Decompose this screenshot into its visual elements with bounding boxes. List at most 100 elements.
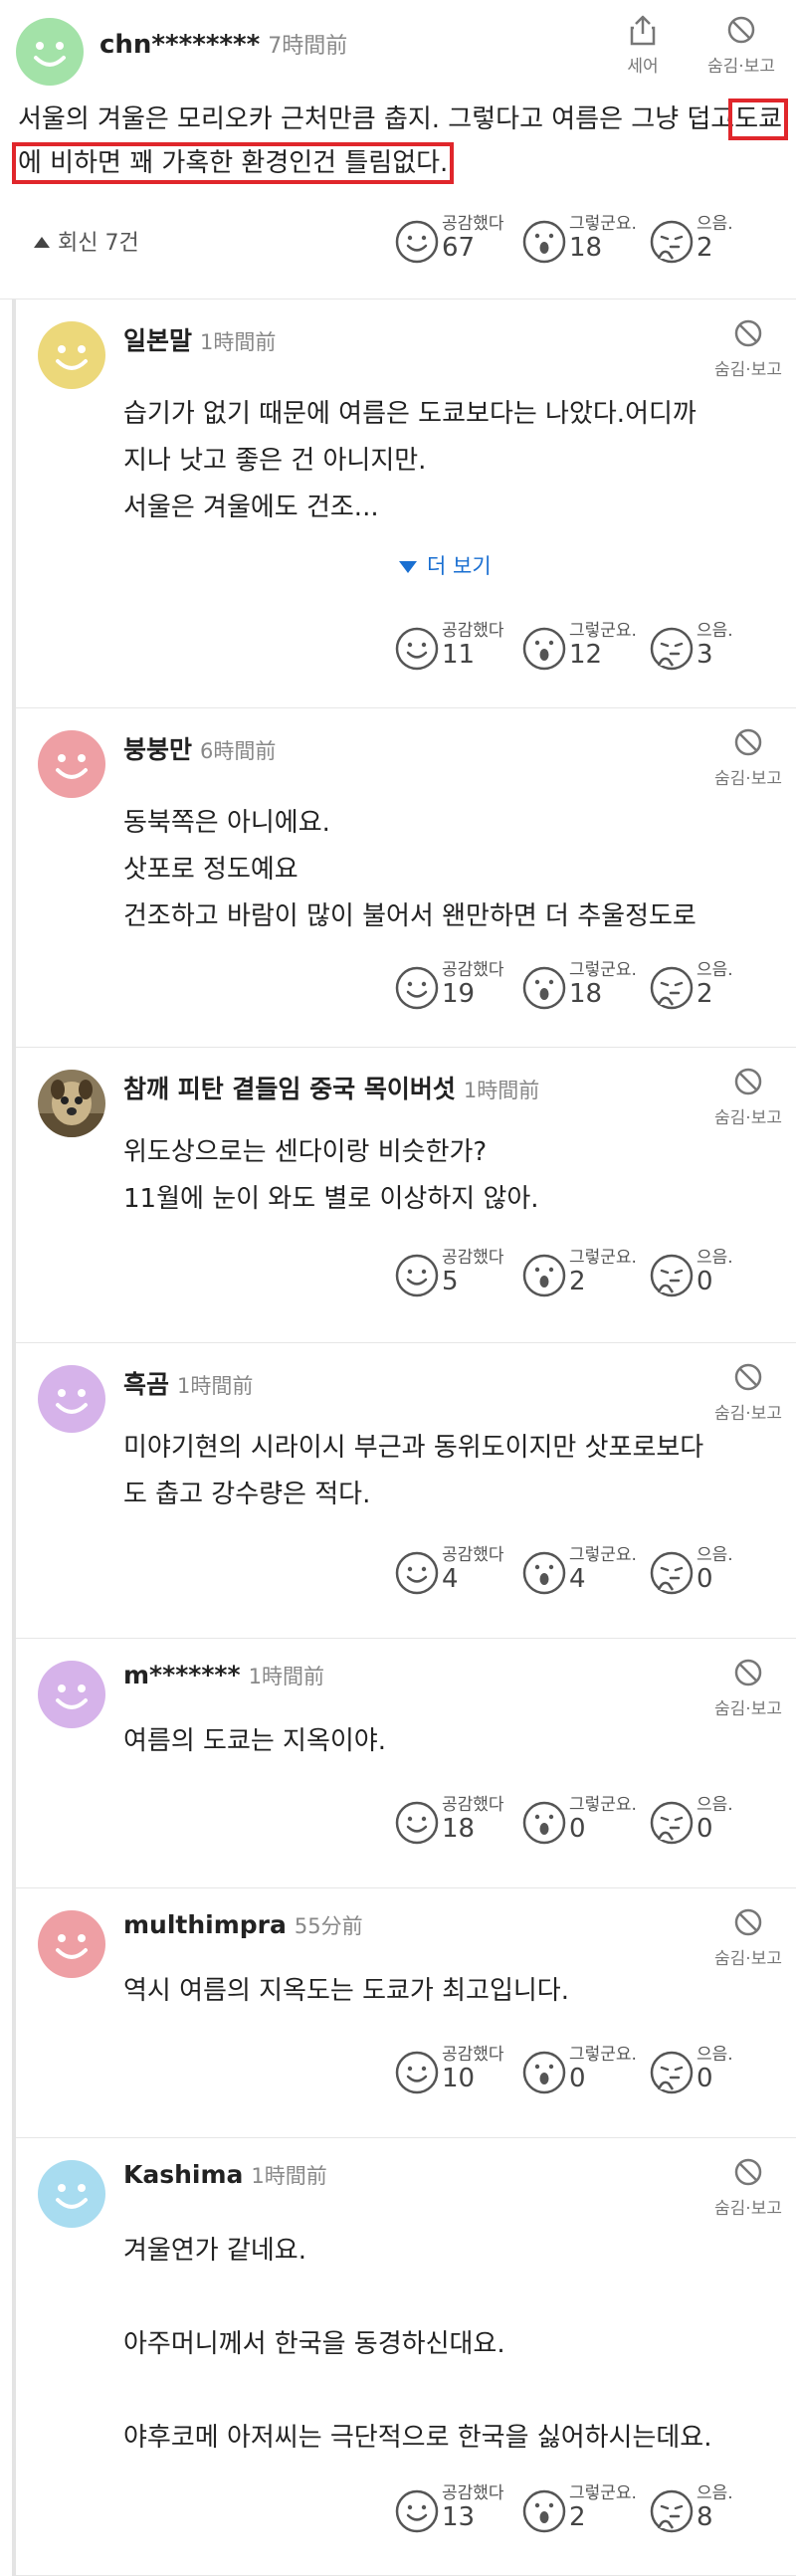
reaction-count: 12: [569, 640, 603, 670]
username[interactable]: 붕붕만 6時間前: [123, 730, 276, 766]
username-text[interactable]: 붕붕만: [123, 735, 192, 764]
reaction-button[interactable]: 공감했다 13: [394, 2478, 521, 2538]
reaction-button[interactable]: 그렇군요. 2: [521, 2478, 649, 2538]
username[interactable]: 일본말 1時間前: [123, 321, 276, 357]
username[interactable]: chn******** 7時間前: [100, 28, 347, 60]
reaction-bar: 공감했다 11 그렇군요. 12 으음. 3: [394, 616, 776, 676]
reaction-count: 2: [696, 233, 713, 263]
comments-page: chn******** 7時間前 세어 숨김·보고 서울의 겨울은 모리오카 근처…: [0, 0, 796, 2576]
surprised-face-icon: [521, 219, 567, 265]
reaction-button[interactable]: 그렇군요. 0: [521, 1790, 649, 1850]
replies-toggle[interactable]: 회신 7건: [34, 225, 139, 257]
surprised-face-icon: [521, 1550, 567, 1596]
reaction-count: 11: [442, 640, 476, 670]
reaction-button[interactable]: 공감했다 18: [394, 1790, 521, 1850]
username-text[interactable]: m*******: [123, 1661, 241, 1689]
reaction-count: 10: [442, 2064, 476, 2093]
username[interactable]: multhimpra 55分前: [123, 1910, 363, 1940]
hide-report-button[interactable]: 숨김·보고: [696, 14, 786, 77]
reaction-button[interactable]: 으음. 0: [649, 2040, 776, 2099]
username-text[interactable]: 흑곰: [123, 1370, 169, 1399]
reaction-button[interactable]: 으음. 0: [649, 1243, 776, 1302]
reaction-button[interactable]: 공감했다 5: [394, 1243, 521, 1302]
reaction-bar: 공감했다 67 그렇군요. 18 으음. 2: [394, 209, 776, 269]
reaction-label: 공감했다: [442, 2483, 504, 2503]
avatar[interactable]: [38, 1661, 105, 1728]
timestamp: 1時間前: [463, 1079, 540, 1102]
avatar[interactable]: [38, 1070, 105, 1137]
reaction-button[interactable]: 그렇군요. 0: [521, 2040, 649, 2099]
share-icon: [628, 15, 658, 50]
hide-report-button[interactable]: 숨김·보고: [700, 1066, 796, 1128]
hide-report-button[interactable]: 숨김·보고: [700, 726, 796, 789]
reaction-label: 그렇군요.: [569, 214, 637, 234]
hide-report-label: 숨김·보고: [714, 1108, 782, 1128]
username-text[interactable]: 참깨 피탄 곁들임 중국 목이버섯: [123, 1075, 456, 1103]
reaction-label: 으음.: [696, 621, 733, 641]
reaction-button[interactable]: 공감했다 19: [394, 955, 521, 1015]
reaction-button[interactable]: 그렇군요. 18: [521, 209, 649, 269]
surprised-face-icon: [521, 2050, 567, 2095]
reaction-button[interactable]: 공감했다 10: [394, 2040, 521, 2099]
avatar[interactable]: [38, 730, 105, 798]
surprised-face-icon: [521, 2488, 567, 2534]
username[interactable]: 흑곰 1時間前: [123, 1365, 253, 1401]
reaction-bar: 공감했다 18 그렇군요. 0 으음. 0: [394, 1790, 776, 1850]
username-text[interactable]: 일본말: [123, 326, 192, 355]
reaction-button[interactable]: 그렇군요. 12: [521, 616, 649, 676]
main-comment: chn******** 7時間前 세어 숨김·보고 서울의 겨울은 모리오카 근처…: [0, 0, 796, 299]
reaction-label: 그렇군요.: [569, 1795, 637, 1815]
share-button[interactable]: 세어: [605, 14, 681, 77]
reaction-button[interactable]: 공감했다 11: [394, 616, 521, 676]
avatar[interactable]: [38, 1910, 105, 1978]
reaction-label: 그렇군요.: [569, 960, 637, 980]
hide-report-label: 숨김·보고: [707, 57, 775, 77]
reply-comment: multhimpra 55分前 숨김·보고 역시 여름의 지옥도는 도쿄가 최고입니다…: [16, 1888, 796, 2138]
hide-report-icon: [733, 1068, 763, 1101]
reaction-label: 으음.: [696, 2483, 733, 2503]
username-text[interactable]: chn********: [100, 30, 260, 60]
avatar[interactable]: [16, 18, 84, 86]
reaction-label: 으음.: [696, 214, 733, 234]
reaction-button[interactable]: 으음. 2: [649, 209, 776, 269]
thinking-face-icon: [649, 1253, 695, 1298]
username[interactable]: m******* 1時間前: [123, 1661, 324, 1690]
reaction-button[interactable]: 으음. 0: [649, 1540, 776, 1600]
reaction-count: 2: [569, 2502, 586, 2532]
reaction-button[interactable]: 으음. 2: [649, 955, 776, 1015]
reaction-button[interactable]: 그렇군요. 18: [521, 955, 649, 1015]
reaction-button[interactable]: 공감했다 4: [394, 1540, 521, 1600]
reaction-count: 4: [442, 1564, 459, 1594]
reaction-count: 13: [442, 2502, 476, 2532]
hide-report-icon: [733, 1363, 763, 1397]
reaction-count: 0: [696, 2064, 713, 2093]
see-more-link[interactable]: 더 보기: [399, 550, 492, 580]
surprised-face-icon: [521, 626, 567, 672]
avatar[interactable]: [38, 2160, 105, 2228]
username[interactable]: Kashima 1時間前: [123, 2160, 327, 2190]
username[interactable]: 참깨 피탄 곁들임 중국 목이버섯 1時間前: [123, 1070, 539, 1105]
hide-report-button[interactable]: 숨김·보고: [700, 1361, 796, 1424]
reaction-button[interactable]: 그렇군요. 4: [521, 1540, 649, 1600]
hide-report-button[interactable]: 숨김·보고: [700, 2156, 796, 2219]
hide-report-icon: [726, 16, 756, 50]
reply-text: 겨울연가 같네요. 아주머니께서 한국을 동경하신대요. 야후코메 아저씨는 극…: [123, 2236, 712, 2453]
hide-report-button[interactable]: 숨김·보고: [700, 1657, 796, 1719]
username-text[interactable]: multhimpra: [123, 1910, 287, 1939]
reaction-button[interactable]: 으음. 8: [649, 2478, 776, 2538]
avatar[interactable]: [38, 1365, 105, 1433]
reaction-button[interactable]: 공감했다 67: [394, 209, 521, 269]
smile-face-icon: [394, 1800, 440, 1846]
avatar[interactable]: [38, 321, 105, 389]
hide-report-label: 숨김·보고: [714, 360, 782, 380]
reaction-button[interactable]: 그렇군요. 2: [521, 1243, 649, 1302]
hide-report-icon: [733, 1659, 763, 1692]
triangle-up-icon: [34, 237, 50, 248]
hide-report-button[interactable]: 숨김·보고: [700, 1906, 796, 1969]
username-text[interactable]: Kashima: [123, 2160, 243, 2189]
smile-face-icon: [394, 626, 440, 672]
hide-report-button[interactable]: 숨김·보고: [700, 317, 796, 380]
reaction-button[interactable]: 으음. 3: [649, 616, 776, 676]
thinking-face-icon: [649, 219, 695, 265]
reaction-button[interactable]: 으음. 0: [649, 1790, 776, 1850]
